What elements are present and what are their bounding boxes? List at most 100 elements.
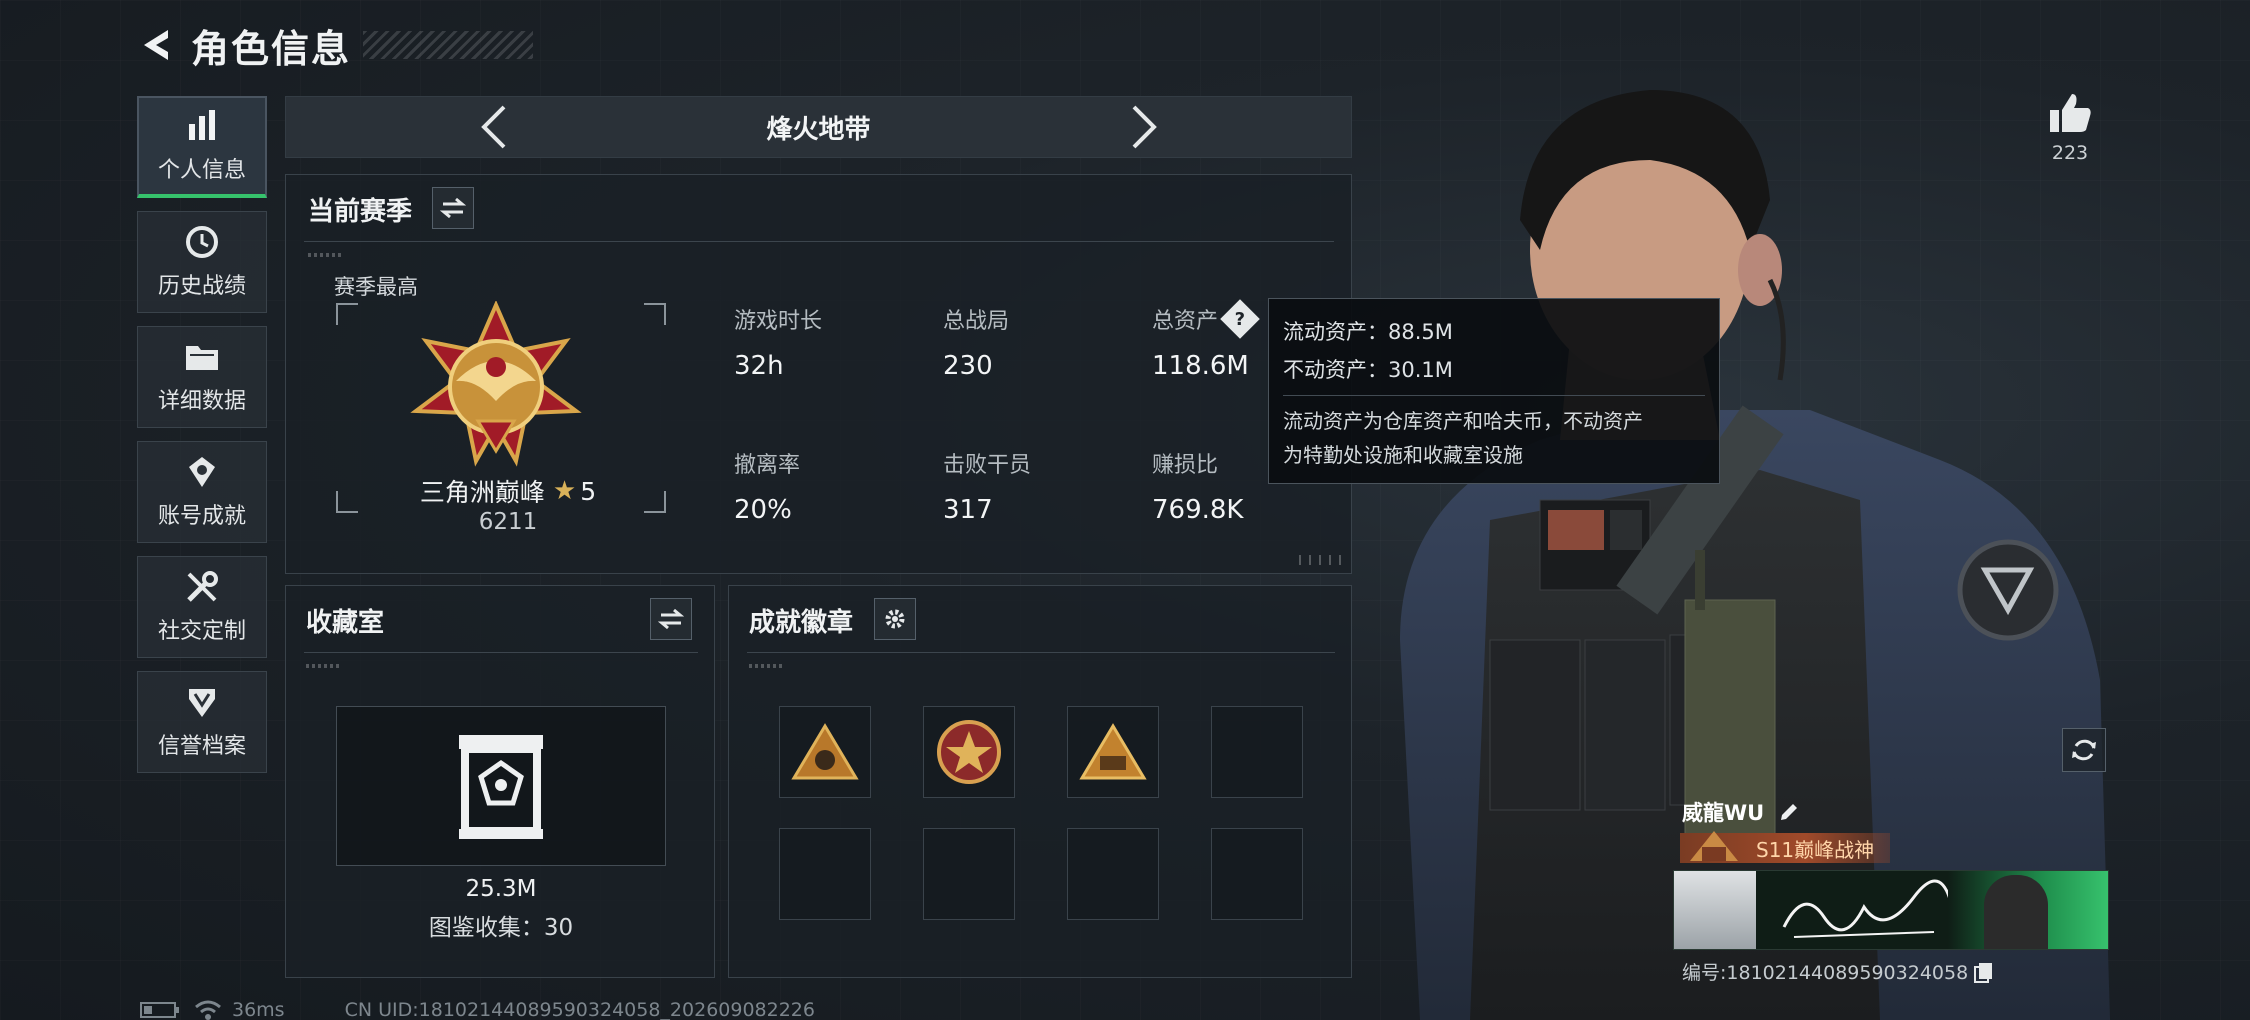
ping-value: 36ms	[232, 999, 285, 1020]
stat-label: 撤离率	[734, 453, 801, 478]
season-best-label: 赛季最高	[334, 275, 418, 299]
stat-value: 32h	[734, 351, 784, 381]
gear-icon	[885, 609, 905, 629]
stat-label: 击败干员	[943, 453, 1032, 478]
avatar	[1674, 871, 1756, 949]
stat-label: 总资产	[1152, 309, 1219, 334]
corner-decoration	[1299, 555, 1343, 565]
sidebar-item-detailed-data[interactable]: 详细数据	[137, 326, 267, 428]
sidebar-item-reputation[interactable]: 信誉档案	[137, 671, 267, 773]
status-footer: 36ms CN UID:18102144089590324058_2026090…	[140, 999, 815, 1020]
collection-preview[interactable]	[336, 706, 666, 866]
stat-value: 230	[943, 351, 993, 381]
tooltip-description-line: 为特勤处设施和收藏室设施	[1283, 443, 1523, 467]
badge-slot-empty[interactable]	[1211, 828, 1303, 920]
page-title: 角色信息	[191, 26, 352, 71]
sidebar-item-label: 信誉档案	[157, 734, 246, 759]
header: 角色信息	[135, 20, 534, 71]
sidebar-item-achievements[interactable]: 账号成就	[137, 441, 267, 543]
mode-next-button[interactable]	[1119, 102, 1169, 152]
mode-selector: 烽火地带	[285, 96, 1352, 158]
like-button[interactable]: 223	[2040, 92, 2100, 164]
stripe-decoration	[308, 253, 344, 257]
battery-icon	[140, 1001, 180, 1019]
sidebar-item-history[interactable]: 历史战绩	[137, 211, 267, 313]
badge-slot-empty[interactable]	[779, 828, 871, 920]
title-badge-emblem-icon	[1690, 831, 1738, 861]
stat-total-assets: 总资产 ? 118.6M	[1152, 299, 1260, 381]
rank-stars: 5	[580, 476, 597, 506]
player-id: 编号:1810214408959032405​8	[1682, 962, 1969, 984]
badge-slot[interactable]	[923, 706, 1015, 798]
season-title: 当前赛季	[308, 197, 413, 227]
stat-value: 769.8K	[1152, 495, 1244, 525]
stat-value: 317	[943, 495, 993, 525]
mode-prev-button[interactable]	[469, 102, 519, 152]
sidebar-item-label: 详细数据	[157, 389, 246, 414]
badge-slot-empty[interactable]	[923, 828, 1015, 920]
like-count: 223	[2051, 142, 2089, 164]
stat-label-row: 总资产 ?	[1152, 299, 1260, 339]
sidebar-item-label: 历史战绩	[157, 274, 246, 299]
stat-label: 游戏时长	[734, 309, 823, 334]
signature-graphic	[1782, 879, 1956, 938]
sidebar-item-personal-info[interactable]: 个人信息	[137, 96, 267, 198]
back-button[interactable]	[135, 23, 179, 67]
stat-play-time: 游戏时长 32h	[734, 303, 822, 381]
star-medal-badge-icon	[937, 720, 1001, 784]
player-name: 威龍WU	[1682, 801, 1765, 825]
divider	[304, 241, 1334, 242]
bar-chart-icon	[182, 108, 222, 144]
edit-pencil-icon[interactable]	[1778, 801, 1800, 823]
season-switch-button[interactable]	[432, 187, 474, 229]
sidebar-item-label: 社交定制	[157, 619, 246, 644]
achievement-title: 成就徽章	[749, 608, 854, 638]
chevron-right-icon	[1132, 105, 1157, 149]
uid-text: CN UID:18102144089590324058_202609082226	[344, 999, 815, 1020]
collection-switch-button[interactable]	[650, 598, 692, 640]
achievement-settings-button[interactable]	[874, 598, 916, 640]
thumbs-up-icon	[2050, 94, 2091, 132]
mode-title: 烽火地带	[766, 114, 871, 145]
collection-value: 25.3M	[465, 876, 537, 902]
help-icon[interactable]: ?	[1220, 299, 1260, 339]
name-card[interactable]	[1673, 870, 2109, 950]
stat-kills: 击败干员 317	[943, 447, 1031, 525]
copy-icon[interactable]	[1974, 961, 1994, 983]
tools-icon	[182, 569, 222, 605]
season-panel: 当前赛季 赛季最高 三角洲巅峰 ★ 5 6211 游戏时长 32h 总战局 23…	[285, 174, 1352, 574]
back-arrow-icon	[144, 30, 168, 60]
sidebar-item-label: 账号成就	[157, 504, 246, 529]
badge-slot[interactable]	[779, 706, 871, 798]
badge-slot-empty[interactable]	[1211, 706, 1303, 798]
wifi-icon	[194, 999, 222, 1020]
achievement-panel: 成就徽章	[728, 585, 1352, 978]
stat-label: 总战局	[943, 309, 1010, 334]
pyramid-badge-icon	[1079, 723, 1147, 780]
stripe-decoration	[306, 664, 342, 668]
badge-slot[interactable]	[1067, 706, 1159, 798]
badge-slot-empty[interactable]	[1067, 828, 1159, 920]
rotate-icon	[2072, 739, 2096, 761]
rank-name-row: 三角洲巅峰 ★ 5	[368, 473, 648, 509]
rotate-model-button[interactable]	[2062, 728, 2106, 772]
title-decoration	[363, 31, 534, 59]
title-badge: S11巅峰战神	[1680, 831, 1890, 863]
character-portrait	[1984, 875, 2048, 949]
clock-history-icon	[182, 224, 222, 260]
frame-corner	[336, 303, 358, 325]
tooltip-fixed-assets: 不动资产：30.1M	[1283, 358, 1453, 382]
star-icon: ★	[552, 476, 577, 506]
assets-tooltip: 流动资产：88.5M 不动资产：30.1M 流动资产为仓库资产和哈夫币，不动资产…	[1268, 298, 1720, 484]
shield-icon	[182, 684, 222, 720]
achievement-medal-icon	[182, 454, 222, 490]
frame-corner	[644, 303, 666, 325]
tooltip-liquid-assets: 流动资产：88.5M	[1283, 320, 1453, 344]
triangle-badge-icon	[791, 723, 859, 780]
rank-emblem-icon	[410, 301, 582, 467]
collection-title: 收藏室	[306, 608, 385, 638]
player-id-row: 编号:1810214408959032405​8	[1682, 958, 1994, 985]
chevron-left-icon	[480, 105, 505, 149]
sidebar-item-social-custom[interactable]: 社交定制	[137, 556, 267, 658]
stripe-decoration	[749, 664, 785, 668]
